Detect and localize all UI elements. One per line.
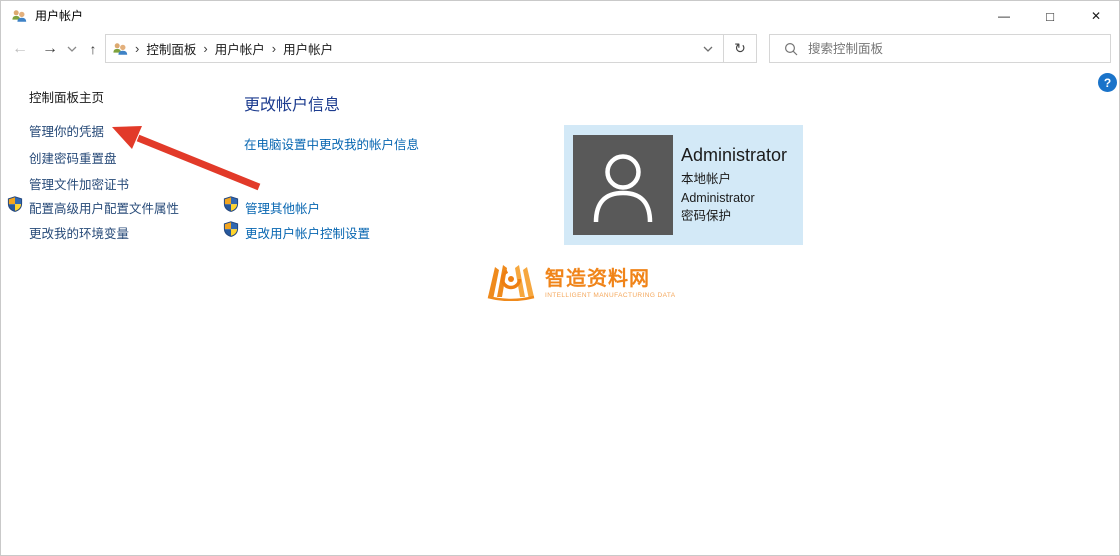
close-icon: ✕ xyxy=(1090,9,1102,23)
window-controls: — □ ✕ xyxy=(981,1,1119,31)
user-accounts-window: 用户帐户 — □ ✕ ← → ↑ › 控制面板 › 用户帐户 › 用户帐户 ↻ … xyxy=(0,0,1120,556)
refresh-icon: ↻ xyxy=(734,40,746,56)
uac-shield-icon xyxy=(223,221,239,237)
page-heading: 更改帐户信息 xyxy=(244,97,341,114)
search-input[interactable] xyxy=(808,41,1110,56)
window-titlebar: 用户帐户 — □ ✕ xyxy=(1,1,1119,31)
link-manage-other-accounts[interactable]: 管理其他帐户 xyxy=(245,198,320,217)
user-accounts-icon xyxy=(12,10,27,22)
breadcrumb-separator: › xyxy=(135,41,140,56)
breadcrumb-separator: › xyxy=(203,41,208,56)
account-name: Administrator xyxy=(681,145,788,165)
account-details: 本地帐户 Administrator 密码保护 xyxy=(681,170,755,226)
navigation-bar: ← → ↑ › 控制面板 › 用户帐户 › 用户帐户 ↻ 搜索控制面板 xyxy=(1,31,1119,66)
chevron-down-icon xyxy=(67,46,77,52)
window-title: 用户帐户 xyxy=(35,9,84,23)
up-icon: ↑ xyxy=(89,40,97,57)
minimize-icon: — xyxy=(998,9,1010,23)
link-change-account-info-in-pc-settings[interactable]: 在电脑设置中更改我的帐户信息 xyxy=(244,134,419,153)
back-button[interactable]: ← xyxy=(7,31,33,66)
watermark-title: 智造资料网 xyxy=(545,267,650,290)
breadcrumb-item-user-accounts[interactable]: 用户帐户 xyxy=(215,39,265,58)
sidebar-item-configure-advanced-user-profile[interactable]: 配置高级用户配置文件属性 xyxy=(29,198,179,217)
breadcrumb-separator: › xyxy=(271,41,277,56)
minimize-button[interactable]: — xyxy=(981,1,1027,31)
up-button[interactable]: ↑ xyxy=(81,31,105,66)
help-button[interactable]: ? xyxy=(1098,73,1117,92)
user-avatar xyxy=(573,135,673,235)
watermark-book-flame-icon xyxy=(487,265,535,301)
help-icon: ? xyxy=(1103,75,1112,90)
sidebar-item-change-environment-variables[interactable]: 更改我的环境变量 xyxy=(29,223,129,242)
link-change-uac-settings[interactable]: 更改用户帐户控制设置 xyxy=(245,223,370,242)
breadcrumb-item-control-panel[interactable]: 控制面板 xyxy=(146,39,196,58)
account-role: Administrator xyxy=(681,190,755,205)
refresh-button[interactable]: ↻ xyxy=(724,35,756,62)
maximize-icon: □ xyxy=(1046,8,1054,24)
recent-pages-dropdown-button[interactable] xyxy=(63,31,81,66)
address-bar[interactable]: › 控制面板 › 用户帐户 › 用户帐户 ↻ xyxy=(105,34,757,63)
account-password-status: 密码保护 xyxy=(681,209,732,223)
search-icon xyxy=(784,42,798,55)
sidebar-item-create-password-reset-disk[interactable]: 创建密码重置盘 xyxy=(29,148,117,167)
watermark-text: 智造资料网 INTELLIGENT MANUFACTURING DATA xyxy=(545,262,675,299)
account-type: 本地帐户 xyxy=(681,172,732,186)
search-box[interactable] xyxy=(769,34,1111,63)
sidebar-item-manage-file-encryption-certificates[interactable]: 管理文件加密证书 xyxy=(29,174,129,193)
sidebar-item-manage-credentials[interactable]: 管理你的凭据 xyxy=(29,121,104,140)
user-accounts-icon xyxy=(113,42,128,55)
address-dropdown-button[interactable] xyxy=(693,35,723,62)
forward-button[interactable]: → xyxy=(37,31,63,66)
uac-shield-icon xyxy=(7,196,23,212)
sidebar-item-control-panel-home[interactable]: 控制面板主页 xyxy=(29,87,104,106)
breadcrumb-item-user-accounts-2[interactable]: 用户帐户 xyxy=(283,39,333,58)
close-button[interactable]: ✕ xyxy=(1073,1,1119,31)
user-info-panel: Administrator 本地帐户 Administrator 密码保护 xyxy=(564,125,803,245)
uac-shield-icon xyxy=(223,196,239,212)
chevron-down-icon xyxy=(703,46,713,52)
forward-icon: → xyxy=(42,39,58,57)
maximize-button[interactable]: □ xyxy=(1027,1,1073,31)
back-icon: ← xyxy=(12,39,28,57)
watermark-logo: 智造资料网 INTELLIGENT MANUFACTURING DATA xyxy=(485,259,675,301)
watermark-subtitle: INTELLIGENT MANUFACTURING DATA xyxy=(545,291,676,299)
